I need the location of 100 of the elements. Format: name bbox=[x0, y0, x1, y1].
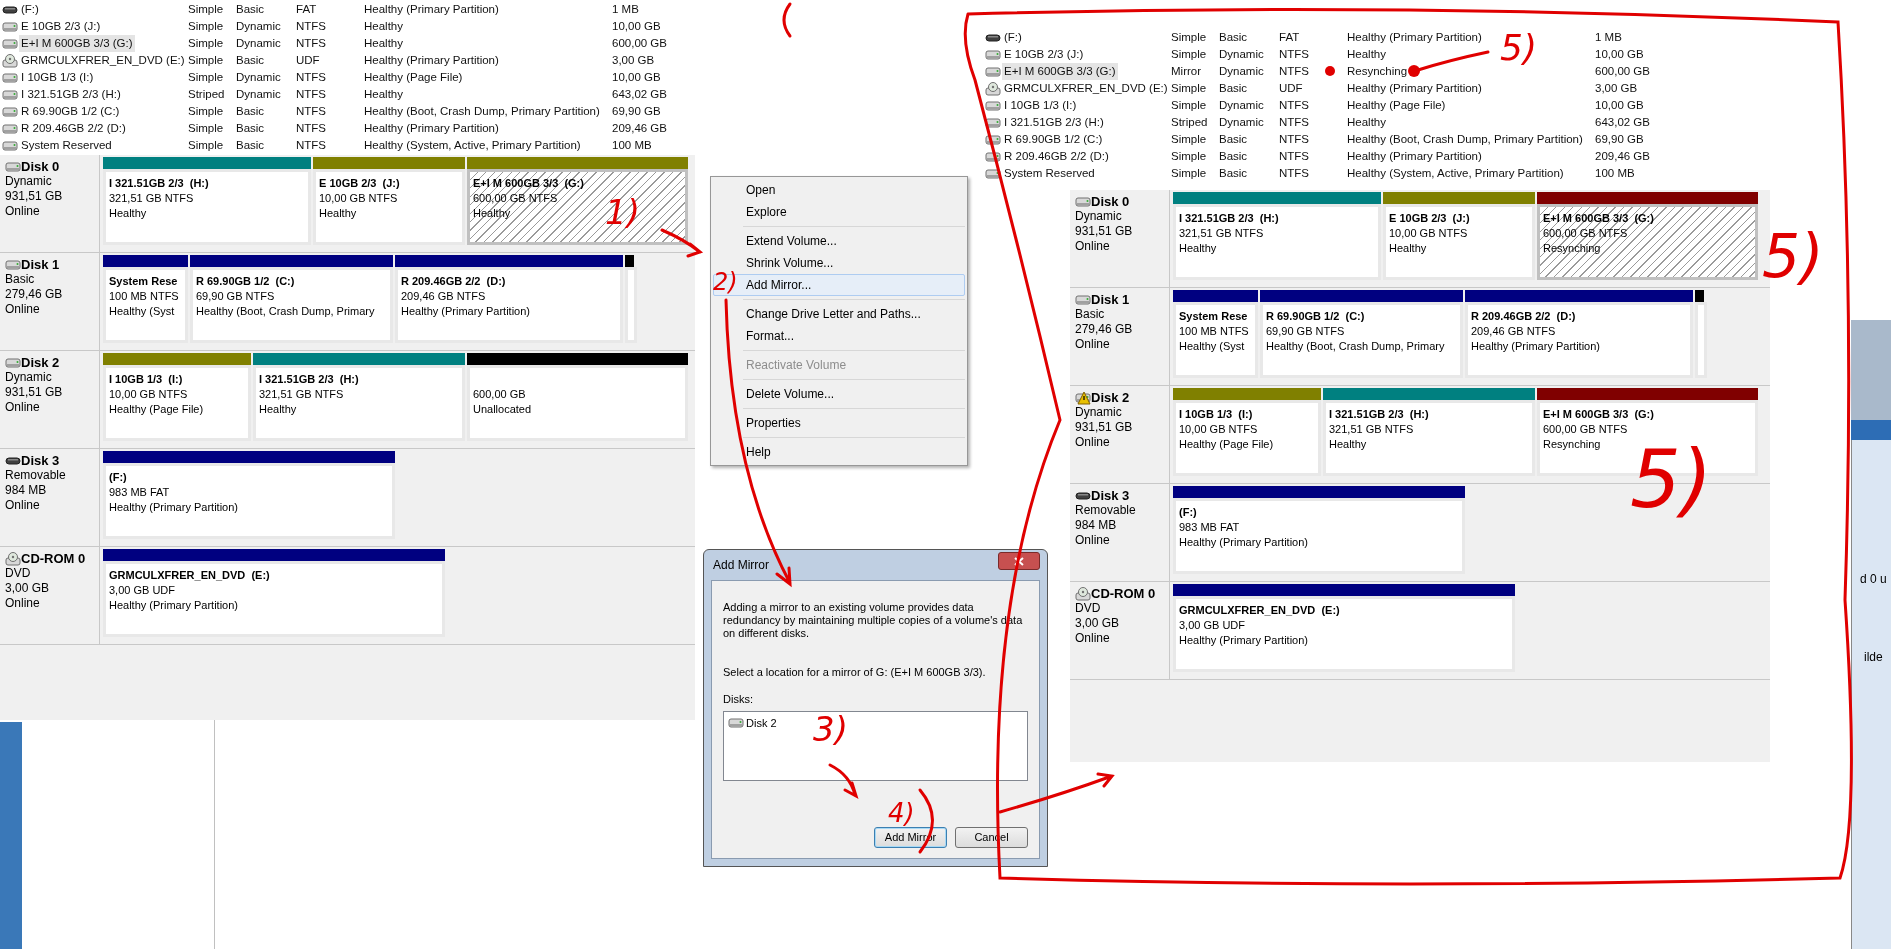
partition-detail: 321,51 GB NTFS bbox=[109, 191, 195, 206]
table-cell-text: 100 MB bbox=[612, 138, 652, 153]
volume-name[interactable]: R 209.46GB 2/2 (D:) bbox=[1002, 148, 1111, 166]
partition-status: Healthy (Page File) bbox=[109, 402, 205, 417]
partition-box[interactable]: I 321.51GB 2/3 (H:) 321,51 GB NTFS Healthy bbox=[103, 169, 311, 245]
partition-box[interactable]: R 69.90GB 1/2 (C:) 69,90 GB NTFS Healthy (Boot, Crash Dump, Primary bbox=[1260, 302, 1463, 378]
disk-name: CD-ROM 0 bbox=[1091, 586, 1156, 601]
disk-name: CD-ROM 0 bbox=[21, 551, 86, 566]
disk-status: Online bbox=[1075, 631, 1111, 646]
table-cell-text: 209,46 GB bbox=[1595, 149, 1650, 164]
partition-box[interactable] bbox=[1695, 302, 1707, 378]
partition-detail: 600,00 GB bbox=[473, 387, 527, 402]
volume-name[interactable]: E+I M 600GB 3/3 (G:) bbox=[1002, 63, 1118, 81]
partition-box[interactable]: I 321.51GB 2/3 (H:) 321,51 GB NTFS Healthy bbox=[1173, 204, 1381, 280]
table-cell-text: Simple bbox=[188, 53, 224, 68]
volume-name[interactable]: E 10GB 2/3 (J:) bbox=[1002, 46, 1086, 64]
partition-box[interactable]: (F:) 983 MB FAT Healthy (Primary Partition) bbox=[1173, 498, 1465, 574]
partition-box[interactable]: E 10GB 2/3 (J:) 10,00 GB NTFS Healthy bbox=[313, 169, 465, 245]
partition-box[interactable]: I 321.51GB 2/3 (H:) 321,51 GB NTFS Healthy bbox=[253, 365, 465, 441]
volume-name[interactable]: GRMCULXFRER_EN_DVD (E:) bbox=[1002, 80, 1170, 98]
volume-name[interactable]: (F:) bbox=[19, 1, 41, 19]
volume-name[interactable]: R 69.90GB 1/2 (C:) bbox=[19, 103, 122, 121]
disk-name: Disk 2 bbox=[1091, 390, 1130, 405]
partition-box[interactable]: GRMCULXFRER_EN_DVD (E:) 3,00 GB UDF Healthy (Primary Partition) bbox=[1173, 596, 1515, 672]
table-cell-text: Simple bbox=[188, 104, 224, 119]
volume-name[interactable]: I 10GB 1/3 (I:) bbox=[1002, 97, 1079, 115]
disk-size: 984 MB bbox=[5, 483, 48, 498]
handwritten-number: 5) bbox=[1500, 30, 1537, 66]
table-cell-text: Simple bbox=[1171, 98, 1207, 113]
volume-name[interactable]: E+I M 600GB 3/3 (G:) bbox=[19, 35, 135, 53]
volume-name[interactable]: R 209.46GB 2/2 (D:) bbox=[19, 120, 128, 138]
table-cell-text: Healthy bbox=[1347, 115, 1386, 130]
disk-name: Disk 1 bbox=[1091, 292, 1130, 307]
partition-box[interactable]: E 10GB 2/3 (J:) 10,00 GB NTFS Healthy bbox=[1383, 204, 1535, 280]
partition-status: Healthy bbox=[1389, 241, 1428, 256]
partition-box[interactable]: System Rese 100 MB NTFS Healthy (Syst bbox=[1173, 302, 1258, 378]
partition-box[interactable] bbox=[625, 267, 637, 343]
partition-box[interactable]: R 209.46GB 2/2 (D:) 209,46 GB NTFS Healthy (Primary Partition) bbox=[395, 267, 623, 343]
partition-detail: 600,00 GB NTFS bbox=[473, 191, 559, 206]
partition-box[interactable]: R 69.90GB 1/2 (C:) 69,90 GB NTFS Healthy (Boot, Crash Dump, Primary bbox=[190, 267, 393, 343]
table-cell-text: FAT bbox=[296, 2, 317, 17]
menu-item[interactable]: Format... bbox=[713, 325, 965, 347]
menu-item[interactable]: Delete Volume... bbox=[713, 383, 965, 405]
volume-name[interactable]: I 321.51GB 2/3 (H:) bbox=[19, 86, 123, 104]
table-cell-text: NTFS bbox=[1279, 149, 1310, 164]
menu-item[interactable]: Help bbox=[713, 441, 965, 463]
partition-box[interactable]: I 10GB 1/3 (I:) 10,00 GB NTFS Healthy (Page File) bbox=[103, 365, 251, 441]
volume-name[interactable]: I 321.51GB 2/3 (H:) bbox=[1002, 114, 1106, 132]
hand-drawn-arrow bbox=[660, 228, 702, 258]
partition-status: Healthy (Boot, Crash Dump, Primary bbox=[196, 304, 376, 319]
partition-title: I 10GB 1/3 (I:) bbox=[1179, 407, 1254, 422]
table-cell-text: 600,00 GB bbox=[612, 36, 667, 51]
partition-status: Unallocated bbox=[473, 402, 533, 417]
partition-box[interactable]: (F:) 983 MB FAT Healthy (Primary Partition) bbox=[103, 463, 395, 539]
disk-type: Removable bbox=[1075, 503, 1137, 518]
table-cell-text: Healthy (System, Active, Primary Partition) bbox=[1347, 166, 1564, 181]
partition-box[interactable]: GRMCULXFRER_EN_DVD (E:) 3,00 GB UDF Healthy (Primary Partition) bbox=[103, 561, 445, 637]
disk-name: Disk 0 bbox=[21, 159, 60, 174]
partition-box[interactable]: E+I M 600GB 3/3 (G:) 600,00 GB NTFS Resynching bbox=[1537, 204, 1758, 280]
partition-detail: 10,00 GB NTFS bbox=[109, 387, 189, 402]
partition-box[interactable]: 600,00 GB Unallocated bbox=[467, 365, 688, 441]
close-button[interactable] bbox=[998, 552, 1040, 570]
table-cell-text: Basic bbox=[236, 53, 265, 68]
volume-name[interactable]: System Reserved bbox=[1002, 165, 1097, 183]
disk-status: Online bbox=[5, 498, 41, 513]
partition-box[interactable]: R 209.46GB 2/2 (D:) 209,46 GB NTFS Healthy (Primary Partition) bbox=[1465, 302, 1693, 378]
volume-name[interactable]: I 10GB 1/3 (I:) bbox=[19, 69, 96, 87]
disk-size: 931,51 GB bbox=[5, 385, 64, 400]
table-cell-text: Simple bbox=[1171, 132, 1207, 147]
menu-item[interactable]: Change Drive Letter and Paths... bbox=[713, 303, 965, 325]
partition-title: R 69.90GB 1/2 (C:) bbox=[1266, 309, 1366, 324]
table-cell-text: Dynamic bbox=[236, 87, 281, 102]
table-cell-text: 100 MB bbox=[1595, 166, 1635, 181]
table-cell-text: Striped bbox=[1171, 115, 1208, 130]
table-cell-text: Simple bbox=[188, 138, 224, 153]
table-cell-text: Striped bbox=[188, 87, 225, 102]
table-cell-text: Simple bbox=[1171, 81, 1207, 96]
volume-name[interactable]: GRMCULXFRER_EN_DVD (E:) bbox=[19, 52, 187, 70]
volume-name[interactable]: (F:) bbox=[1002, 29, 1024, 47]
volume-name[interactable]: E 10GB 2/3 (J:) bbox=[19, 18, 103, 36]
volume-name[interactable]: R 69.90GB 1/2 (C:) bbox=[1002, 131, 1105, 149]
partition-box[interactable]: System Rese 100 MB NTFS Healthy (Syst bbox=[103, 267, 188, 343]
table-cell-text: Simple bbox=[188, 121, 224, 136]
menu-item[interactable]: Open bbox=[713, 179, 965, 201]
partition-box[interactable]: I 321.51GB 2/3 (H:) 321,51 GB NTFS Healthy bbox=[1323, 400, 1535, 476]
table-cell-text: NTFS bbox=[1279, 132, 1310, 147]
disk-status: Online bbox=[5, 302, 41, 317]
table-cell-text: Healthy (Primary Partition) bbox=[1347, 149, 1482, 164]
partition-title: I 321.51GB 2/3 (H:) bbox=[259, 372, 360, 387]
menu-item[interactable]: Properties bbox=[713, 412, 965, 434]
ink-dot bbox=[1325, 66, 1335, 76]
volume-name[interactable]: System Reserved bbox=[19, 137, 114, 155]
partition-title: R 209.46GB 2/2 (D:) bbox=[1471, 309, 1577, 324]
table-cell-text: Simple bbox=[1171, 30, 1207, 45]
partition-detail: 10,00 GB NTFS bbox=[1179, 422, 1259, 437]
partition-title: E+I M 600GB 3/3 (G:) bbox=[473, 176, 585, 191]
menu-item[interactable]: Extend Volume... bbox=[713, 230, 965, 252]
partition-box[interactable]: I 10GB 1/3 (I:) 10,00 GB NTFS Healthy (Page File) bbox=[1173, 400, 1321, 476]
window-title-bar bbox=[1851, 420, 1891, 440]
menu-item[interactable]: Explore bbox=[713, 201, 965, 223]
